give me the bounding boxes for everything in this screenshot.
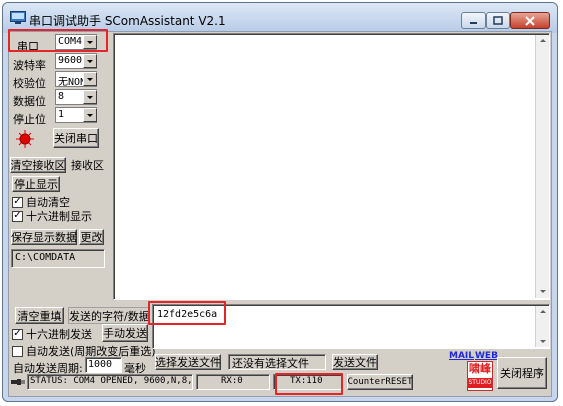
minimize-button[interactable]	[461, 12, 486, 29]
receive-area-label: 接收区	[71, 159, 104, 172]
parity-label: 校验位	[13, 77, 46, 90]
auto-send-checkbox[interactable]	[12, 345, 23, 357]
status-text: STATUS: COM4 OPENED, 9600,N,8,1	[27, 374, 193, 390]
plug-icon	[11, 379, 25, 385]
baud-value: 9600	[58, 55, 83, 66]
period-input[interactable]: 1000	[85, 357, 122, 373]
file-status: 还没有选择文件	[228, 354, 326, 370]
hex-display-checkbox[interactable]: ✓	[12, 210, 23, 222]
highlight-port	[8, 29, 108, 52]
logo-sub: STUDIO	[468, 378, 492, 388]
close-button[interactable]	[510, 12, 550, 29]
send-file-button[interactable]: 发送文件	[332, 354, 378, 370]
scroll-up-icon[interactable]	[540, 310, 546, 313]
hex-send-checkbox[interactable]: ✓	[12, 328, 23, 340]
maximize-button[interactable]	[486, 12, 510, 29]
exit-program-button[interactable]: 关闭程序	[497, 357, 547, 389]
hex-send-label: 十六进制发送	[26, 328, 92, 341]
hex-display-label: 十六进制显示	[26, 210, 92, 223]
logo-text: 啸峰	[469, 362, 491, 375]
chevron-down-icon	[83, 90, 97, 104]
baud-select[interactable]: 9600	[55, 53, 97, 69]
clear-send-button[interactable]: 清空重填	[15, 307, 64, 324]
receive-scrollbar[interactable]	[535, 35, 549, 298]
rx-counter: RX:0	[196, 374, 270, 390]
change-path-button[interactable]: 更改	[79, 229, 104, 245]
close-icon	[525, 15, 535, 26]
baud-label: 波特率	[13, 59, 46, 72]
save-data-button[interactable]: 保存显示数据	[11, 229, 77, 245]
auto-clear-checkbox[interactable]: ✓	[12, 196, 23, 208]
web-link[interactable]: WEB	[475, 351, 498, 361]
receive-textarea[interactable]	[113, 33, 550, 300]
maximize-icon	[493, 16, 503, 25]
counter-reset-button[interactable]: CounterRESET	[347, 374, 413, 390]
chevron-down-icon	[83, 72, 97, 86]
save-path-field[interactable]: C:\COMDATA	[11, 249, 105, 268]
auto-send-option[interactable]: 自动发送(周期改变后重选)	[12, 343, 156, 359]
hex-send-option[interactable]: ✓ 十六进制发送	[12, 326, 92, 342]
stopbits-value: 1	[58, 109, 65, 120]
manual-send-button[interactable]: 手动发送	[102, 324, 148, 342]
chevron-down-icon	[83, 108, 97, 122]
close-port-button[interactable]: 关闭串口	[53, 128, 99, 148]
stopbits-label: 停止位	[13, 113, 46, 126]
highlight-tx	[275, 373, 343, 395]
scroll-down-icon[interactable]	[540, 340, 546, 343]
port-status-indicator	[16, 130, 34, 148]
highlight-send-text	[148, 301, 226, 325]
scroll-down-icon[interactable]	[540, 290, 546, 293]
chevron-down-icon	[83, 54, 97, 68]
parity-select[interactable]: 无NONE	[55, 71, 97, 88]
databits-select[interactable]: 8	[55, 89, 97, 105]
select-file-button[interactable]: 选择发送文件	[155, 354, 221, 370]
send-area-label: 发送的字符/数据	[68, 307, 150, 324]
databits-label: 数据位	[13, 95, 46, 108]
window-title: 串口调试助手 SComAssistant V2.1	[29, 14, 226, 28]
stopbits-select[interactable]: 1	[55, 107, 97, 123]
mail-link[interactable]: MAIL	[449, 351, 474, 361]
parity-value: 无NONE	[58, 77, 84, 88]
studio-logo: 啸峰 STUDIO	[467, 361, 493, 391]
send-scrollbar[interactable]	[535, 306, 549, 347]
databits-value: 8	[58, 91, 65, 102]
minimize-icon	[470, 22, 477, 24]
hex-display-option[interactable]: ✓ 十六进制显示	[12, 208, 92, 224]
app-icon	[10, 11, 26, 24]
clear-receive-button[interactable]: 清空接收区	[10, 157, 66, 173]
stop-display-button[interactable]: 停止显示	[12, 176, 60, 192]
